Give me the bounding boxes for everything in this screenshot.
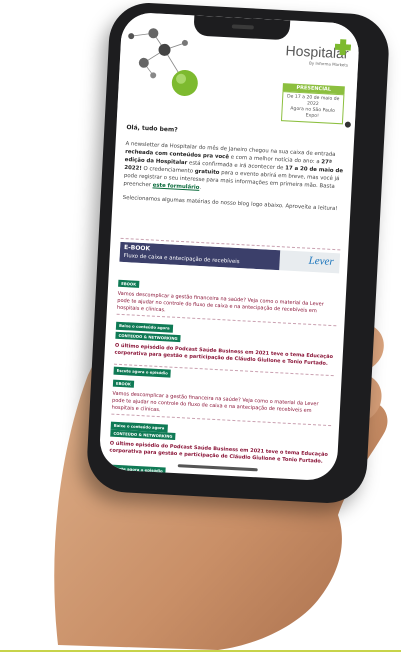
email-screen[interactable]: Hospitalar By Informa Markets PRESENCIAL… [98, 11, 361, 482]
article-tag: CONTEÚDO & NETWORKING [115, 331, 181, 343]
event-badge: PRESENCIAL De 17 a 20 de maio de 2022 Ag… [280, 83, 345, 125]
article-tag: EBOOK [118, 279, 140, 288]
lever-logo: Lever [308, 254, 334, 269]
article-tag: EBOOK [112, 379, 135, 388]
smartphone: Hospitalar By Informa Markets PRESENCIAL… [85, 1, 391, 505]
camera-dot [344, 121, 352, 128]
article-tag: CONTEÚDO & NETWORKING [110, 429, 176, 440]
ebook-title: E-BOOK [123, 244, 151, 253]
intro-paragraph: A newsletter da Hospitalar do mês de Jan… [123, 140, 344, 191]
email-body: Olá, tudo bem? A newsletter da Hospitala… [122, 124, 346, 219]
badge-dates: De 17 a 20 de maio de 2022 Agora no São … [280, 91, 345, 125]
article-card: CONTEÚDO & NETWORKING O último episódio … [108, 420, 331, 482]
listen-button[interactable]: Escute agora o episódio [108, 464, 166, 476]
ebook-subtitle: Fluxo de caixa e antecipação de recebíve… [123, 253, 240, 266]
bottom-accent-line [0, 650, 401, 652]
badge-line-2: Agora no São Paulo Expo! [290, 106, 335, 120]
speaker-grille [231, 24, 254, 30]
article-text: Vamos descomplicar a gestão financeira n… [116, 290, 324, 315]
article-text: Vamos descomplicar a gestão financeira n… [111, 390, 319, 415]
article-text: O último episódio do Podcast Saúde Busin… [114, 342, 334, 367]
ebook-banner-panel: E-BOOK Fluxo de caixa e antecipação de r… [119, 241, 281, 271]
article-text: O último episódio do Podcast Saúde Busin… [109, 440, 328, 465]
ebook-banner[interactable]: E-BOOK Fluxo de caixa e antecipação de r… [119, 241, 341, 274]
form-link[interactable]: este formulário [152, 182, 199, 190]
green-cross-icon [334, 39, 352, 56]
hospitalar-logo[interactable]: Hospitalar By Informa Markets [285, 39, 352, 67]
